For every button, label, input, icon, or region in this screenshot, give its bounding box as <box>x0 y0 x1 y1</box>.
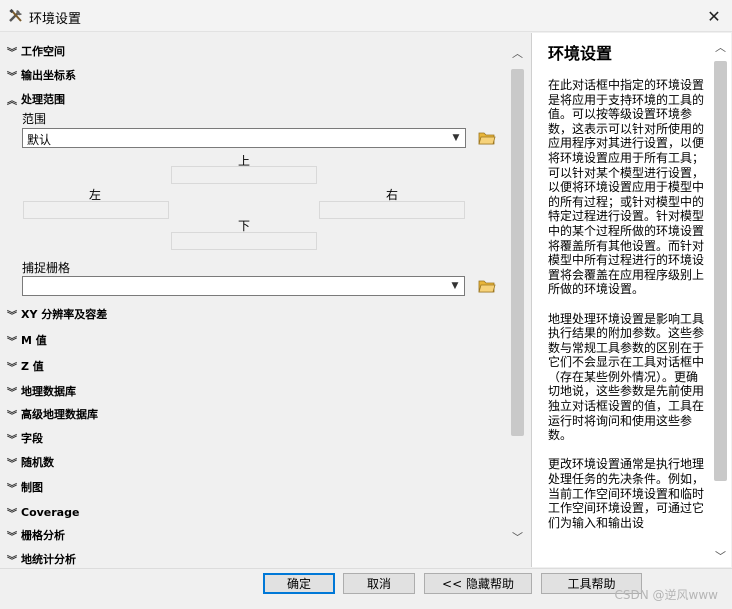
hide-help-button[interactable]: << 隐藏帮助 <box>424 573 532 594</box>
chevron-down-icon: ︾ <box>7 434 17 446</box>
chevron-down-icon: ︾ <box>7 508 17 520</box>
chevron-down-icon[interactable]: ▼ <box>448 130 464 146</box>
section-fields[interactable]: ︾ 字段 <box>7 430 43 446</box>
chevron-down-icon: ︾ <box>7 387 17 399</box>
section-geodatabase[interactable]: ︾ 地理数据库 <box>7 383 76 399</box>
extent-top-field[interactable] <box>171 166 317 184</box>
section-raster-analysis[interactable]: ︾ 栅格分析 <box>7 527 65 543</box>
section-label: 栅格分析 <box>21 529 65 542</box>
section-m-values[interactable]: ︾ M 值 <box>7 332 47 348</box>
chevron-down-icon: ︾ <box>7 47 17 59</box>
help-paragraph: 更改环境设置通常是执行地理处理任务的先决条件。例如，当前工作空间环境设置和临时工… <box>548 457 705 530</box>
chevron-down-icon: ︾ <box>7 310 17 322</box>
section-workspace[interactable]: ︾ 工作空间 <box>7 43 65 59</box>
scrollbar-thumb[interactable] <box>714 61 727 481</box>
close-icon: ✕ <box>707 6 721 26</box>
section-label: Coverage <box>21 505 80 519</box>
help-paragraph: 在此对话框中指定的环境设置是将应用于支持环境的工具的值。可以按等级设置环境参数，… <box>548 78 705 297</box>
section-processing-extent[interactable]: ︽ 处理范围 <box>7 91 65 107</box>
section-label: M 值 <box>21 334 47 347</box>
section-label: 地理数据库 <box>21 385 76 398</box>
extent-select[interactable]: 默认 ▼ <box>22 128 466 148</box>
chevron-down-icon: ︾ <box>7 555 17 567</box>
section-label: 随机数 <box>21 456 54 469</box>
snap-raster-browse-button[interactable] <box>476 275 498 297</box>
snap-raster-select[interactable]: ▼ <box>22 276 465 296</box>
snap-raster-label: 捕捉栅格 <box>22 261 71 275</box>
section-label: 处理范围 <box>21 93 65 106</box>
scroll-up-icon[interactable]: ︿ <box>712 39 729 55</box>
section-output-coordinate-system[interactable]: ︾ 输出坐标系 <box>7 67 76 83</box>
section-label: 高级地理数据库 <box>21 408 98 421</box>
section-cartography[interactable]: ︾ 制图 <box>7 479 43 495</box>
chevron-down-icon: ︾ <box>7 71 17 83</box>
chevron-down-icon: ︾ <box>7 458 17 470</box>
cancel-button[interactable]: 取消 <box>343 573 415 594</box>
section-label: 制图 <box>21 481 43 494</box>
chevron-down-icon: ︾ <box>7 410 17 422</box>
help-scrollbar[interactable]: ︿ ﹀ <box>711 33 730 567</box>
extent-bottom-field[interactable] <box>171 232 317 250</box>
scrollbar-thumb[interactable] <box>511 69 524 436</box>
settings-panel: ︾ 工作空间 ︾ 输出坐标系 ︽ 处理范围 范围 默认 ▼ 上 左 右 下 捕捉… <box>1 33 527 567</box>
section-label: 地统计分析 <box>21 553 76 566</box>
section-label: Z 值 <box>21 360 44 373</box>
section-label: 字段 <box>21 432 43 445</box>
window-title: 环境设置 <box>29 12 82 27</box>
section-label: XY 分辨率及容差 <box>21 308 108 321</box>
chevron-down-icon: ︾ <box>7 362 17 374</box>
section-z-values[interactable]: ︾ Z 值 <box>7 358 44 374</box>
extent-label: 范围 <box>22 112 47 126</box>
help-paragraph: 地理处理环境设置是影响工具执行结果的附加参数。这些参数与常规工具参数的区别在于它… <box>548 311 705 443</box>
extent-right-field[interactable] <box>319 201 465 219</box>
extent-select-value: 默认 <box>27 133 52 147</box>
chevron-down-icon: ︾ <box>7 483 17 495</box>
watermark: CSDN @逆风www <box>614 588 718 602</box>
section-xy-resolution[interactable]: ︾ XY 分辨率及容差 <box>7 306 107 322</box>
title-bar: 环境设置 ✕ <box>0 0 732 32</box>
section-advanced-geodatabase[interactable]: ︾ 高级地理数据库 <box>7 406 98 422</box>
help-title: 环境设置 <box>548 44 613 63</box>
section-geostatistical-analysis[interactable]: ︾ 地统计分析 <box>7 551 76 567</box>
extent-browse-button[interactable] <box>476 127 498 149</box>
chevron-down-icon: ︾ <box>7 336 17 348</box>
folder-open-icon <box>478 132 496 145</box>
scroll-down-icon[interactable]: ﹀ <box>712 548 729 564</box>
chevron-down-icon[interactable]: ▼ <box>447 278 463 294</box>
extent-left-field[interactable] <box>23 201 169 219</box>
help-panel: 环境设置 在此对话框中指定的环境设置是将应用于支持环境的工具的值。可以按等级设置… <box>531 33 731 567</box>
section-coverage[interactable]: ︾ Coverage <box>7 504 79 520</box>
scroll-up-icon[interactable]: ︿ <box>509 45 526 61</box>
section-label: 工作空间 <box>21 45 65 58</box>
section-label: 输出坐标系 <box>21 69 76 82</box>
scroll-down-icon[interactable]: ﹀ <box>509 529 526 545</box>
section-random-numbers[interactable]: ︾ 随机数 <box>7 454 54 470</box>
folder-open-icon <box>478 280 496 293</box>
chevron-down-icon: ︾ <box>7 531 17 543</box>
close-button[interactable]: ✕ <box>696 0 732 32</box>
ok-button[interactable]: 确定 <box>263 573 335 594</box>
tools-icon <box>9 8 22 22</box>
help-body: 在此对话框中指定的环境设置是将应用于支持环境的工具的值。可以按等级设置环境参数，… <box>548 78 706 545</box>
settings-scrollbar[interactable]: ︿ ﹀ <box>509 45 526 567</box>
button-bar: 确定 取消 << 隐藏帮助 工具帮助 CSDN @逆风www <box>0 568 732 609</box>
chevron-up-icon: ︽ <box>7 95 17 107</box>
